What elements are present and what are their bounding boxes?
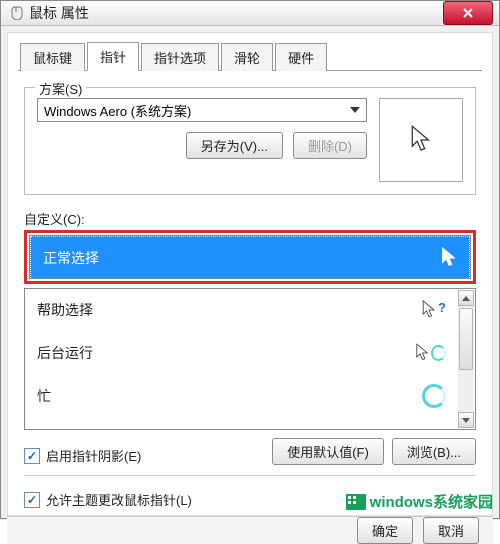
check-icon: ✓ (27, 494, 37, 506)
tab-wheel[interactable]: 滑轮 (221, 43, 273, 71)
scroll-up-button[interactable] (458, 290, 474, 306)
client-area: 鼠标键 指针 指针选项 滑轮 硬件 方案(S) Windows Aero (系统… (7, 32, 493, 516)
list-item-label: 忙 (37, 386, 51, 406)
list-item-label: 帮助选择 (37, 300, 93, 320)
tab-buttons[interactable]: 鼠标键 (20, 43, 85, 71)
ok-button[interactable]: 确定 (357, 517, 413, 544)
cursor-busy-icon (416, 384, 446, 408)
list-item[interactable]: 后台运行 (25, 332, 458, 375)
dialog-footer: 确定 取消 (7, 516, 493, 544)
cursor-help-icon: ? (416, 300, 446, 320)
tab-hardware[interactable]: 硬件 (275, 43, 327, 71)
scroll-down-button[interactable] (458, 412, 474, 428)
tab-pointers[interactable]: 指针 (87, 42, 139, 71)
chevron-down-icon (462, 418, 470, 423)
allow-theme-checkbox-row[interactable]: ✓ 允许主题更改鼠标指针(L) (24, 490, 476, 509)
list-item[interactable]: 忙 (25, 375, 458, 418)
pointer-listbox-rest[interactable]: 帮助选择 ? 后台运行 忙 (24, 288, 476, 430)
close-icon (462, 7, 474, 19)
check-icon: ✓ (27, 450, 37, 462)
chevron-down-icon (350, 107, 360, 113)
scheme-group-label: 方案(S) (35, 79, 86, 98)
cancel-button[interactable]: 取消 (423, 517, 479, 544)
enable-shadow-label: 启用指针阴影(E) (46, 446, 141, 465)
cursor-arrow-icon (427, 247, 457, 269)
mouse-icon (9, 6, 23, 20)
checkbox[interactable]: ✓ (24, 448, 40, 464)
save-as-button[interactable]: 另存为(V)... (186, 132, 283, 159)
cursor-arrow-icon (409, 125, 433, 155)
tab-strip: 鼠标键 指针 指针选项 滑轮 硬件 (18, 41, 482, 71)
scheme-selected-value: Windows Aero (系统方案) (44, 101, 191, 120)
tab-pointer-options[interactable]: 指针选项 (141, 43, 219, 71)
separator (24, 475, 476, 476)
list-item-label: 正常选择 (43, 248, 99, 268)
list-item[interactable]: 帮助选择 ? (25, 289, 458, 332)
customize-label: 自定义(C): (24, 209, 476, 228)
chevron-up-icon (462, 296, 470, 301)
cursor-working-icon (416, 343, 446, 363)
checkbox[interactable]: ✓ (24, 492, 40, 508)
list-item[interactable]: 正常选择 (30, 236, 470, 278)
delete-button[interactable]: 删除(D) (293, 132, 367, 159)
pointer-listbox[interactable]: 正常选择 (29, 235, 471, 279)
enable-shadow-checkbox-row[interactable]: ✓ 启用指针阴影(E) (24, 446, 141, 465)
browse-button[interactable]: 浏览(B)... (392, 438, 476, 465)
allow-theme-label: 允许主题更改鼠标指针(L) (46, 490, 192, 509)
scroll-thumb[interactable] (459, 308, 473, 370)
titlebar[interactable]: 鼠标 属性 (1, 1, 499, 26)
scheme-dropdown[interactable]: Windows Aero (系统方案) (37, 98, 367, 122)
window-title: 鼠标 属性 (29, 3, 443, 23)
annotation-highlight: 正常选择 (24, 230, 476, 284)
tab-page-pointers: 方案(S) Windows Aero (系统方案) 另存为(V)... 删除(D… (18, 71, 482, 515)
scheme-group: 方案(S) Windows Aero (系统方案) 另存为(V)... 删除(D… (24, 87, 476, 195)
scrollbar-vertical[interactable] (458, 290, 474, 428)
use-default-button[interactable]: 使用默认值(F) (272, 438, 384, 465)
list-item-label: 后台运行 (37, 343, 93, 363)
close-button[interactable] (443, 1, 493, 25)
pointer-preview (379, 98, 463, 182)
mouse-properties-window: 鼠标 属性 鼠标键 指针 指针选项 滑轮 硬件 方案(S) Windows Ae… (0, 0, 500, 519)
